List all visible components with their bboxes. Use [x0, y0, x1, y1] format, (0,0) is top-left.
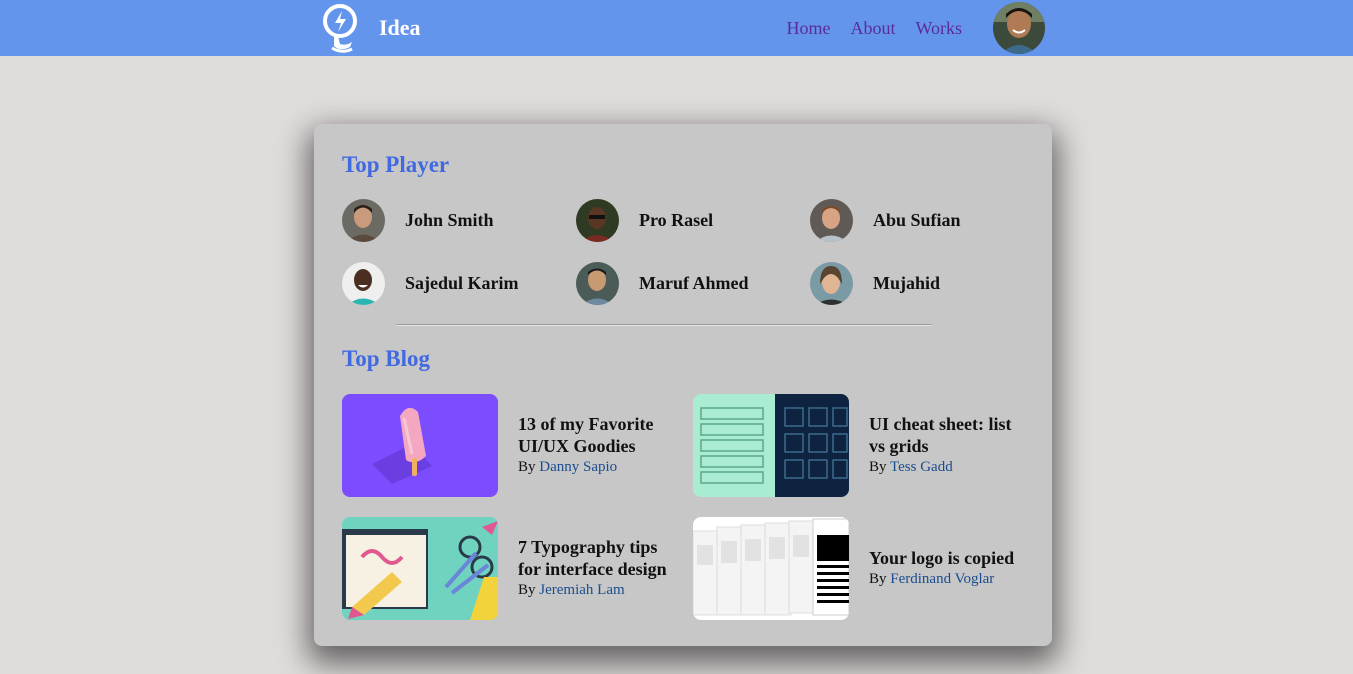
blog-byline: By Tess Gadd [869, 457, 1029, 477]
blog-author-link[interactable]: Ferdinand Voglar [890, 571, 994, 587]
blog-thumbnail[interactable] [693, 516, 849, 620]
blog-info: UI cheat sheet: list vs grids By Tess Ga… [869, 413, 1029, 477]
blog-card[interactable]: 7 Typography tips for interface design B… [342, 516, 678, 620]
main-nav: Home About Works [766, 0, 1045, 56]
lightbulb-logo-icon [323, 4, 357, 53]
player-item[interactable]: Maruf Ahmed [576, 261, 749, 305]
blog-info: 7 Typography tips for interface design B… [518, 536, 678, 600]
byline-prefix: By [869, 459, 887, 475]
player-avatar [810, 198, 853, 242]
player-item[interactable]: Mujahid [810, 261, 940, 305]
blog-info: Your logo is copied By Ferdinand Voglar [869, 547, 1029, 589]
top-blog-title: Top Blog [342, 346, 431, 371]
blog-title[interactable]: UI cheat sheet: list vs grids [869, 413, 1029, 457]
byline-prefix: By [518, 582, 536, 598]
blog-card[interactable]: UI cheat sheet: list vs grids By Tess Ga… [693, 393, 1029, 497]
blog-author-link[interactable]: Tess Gadd [890, 459, 953, 475]
brand[interactable]: Idea [318, 2, 421, 54]
player-name: Pro Rasel [639, 209, 714, 230]
byline-prefix: By [518, 459, 536, 475]
brand-name: Idea [379, 15, 421, 40]
section-divider [396, 324, 932, 326]
top-player-title: Top Player [342, 152, 450, 177]
player-avatar [342, 261, 385, 305]
blog-info: 13 of my Favorite UI/UX Goodies By Danny… [518, 413, 678, 477]
top-navbar: Idea Home About Works [0, 0, 1353, 56]
content-card: Top Player John Smith Pro Rasel Abu Sufi… [314, 124, 1052, 646]
player-name: Maruf Ahmed [639, 272, 749, 293]
player-name: Mujahid [873, 272, 941, 293]
blog-card[interactable]: 13 of my Favorite UI/UX Goodies By Danny… [342, 393, 678, 497]
player-item[interactable]: Pro Rasel [576, 198, 713, 242]
player-avatar [342, 198, 385, 242]
player-item[interactable]: Sajedul Karim [342, 261, 519, 305]
blog-author-link[interactable]: Danny Sapio [539, 459, 617, 475]
blog-card[interactable]: Your logo is copied By Ferdinand Voglar [693, 516, 1029, 620]
blog-title[interactable]: 13 of my Favorite UI/UX Goodies [518, 413, 678, 457]
player-name: Abu Sufian [873, 209, 961, 230]
blog-thumbnail[interactable] [342, 516, 498, 620]
blog-title[interactable]: Your logo is copied [869, 547, 1029, 569]
nav-home-link[interactable]: Home [786, 18, 830, 39]
player-name: John Smith [405, 209, 494, 230]
player-avatar [576, 261, 619, 305]
blog-byline: By Jeremiah Lam [518, 580, 678, 600]
blog-author-link[interactable]: Jeremiah Lam [539, 582, 624, 598]
nav-works-link[interactable]: Works [915, 18, 962, 39]
player-avatar [576, 198, 619, 242]
player-item[interactable]: John Smith [342, 198, 494, 242]
player-item[interactable]: Abu Sufian [810, 198, 961, 242]
user-avatar[interactable] [993, 2, 1045, 54]
byline-prefix: By [869, 571, 887, 587]
player-name: Sajedul Karim [405, 272, 519, 293]
nav-about-link[interactable]: About [850, 18, 895, 39]
blog-byline: By Danny Sapio [518, 457, 678, 477]
blog-title[interactable]: 7 Typography tips for interface design [518, 536, 678, 580]
player-avatar [810, 261, 853, 305]
blog-thumbnail[interactable] [693, 393, 849, 497]
blog-thumbnail[interactable] [342, 393, 498, 497]
blog-byline: By Ferdinand Voglar [869, 569, 1029, 589]
